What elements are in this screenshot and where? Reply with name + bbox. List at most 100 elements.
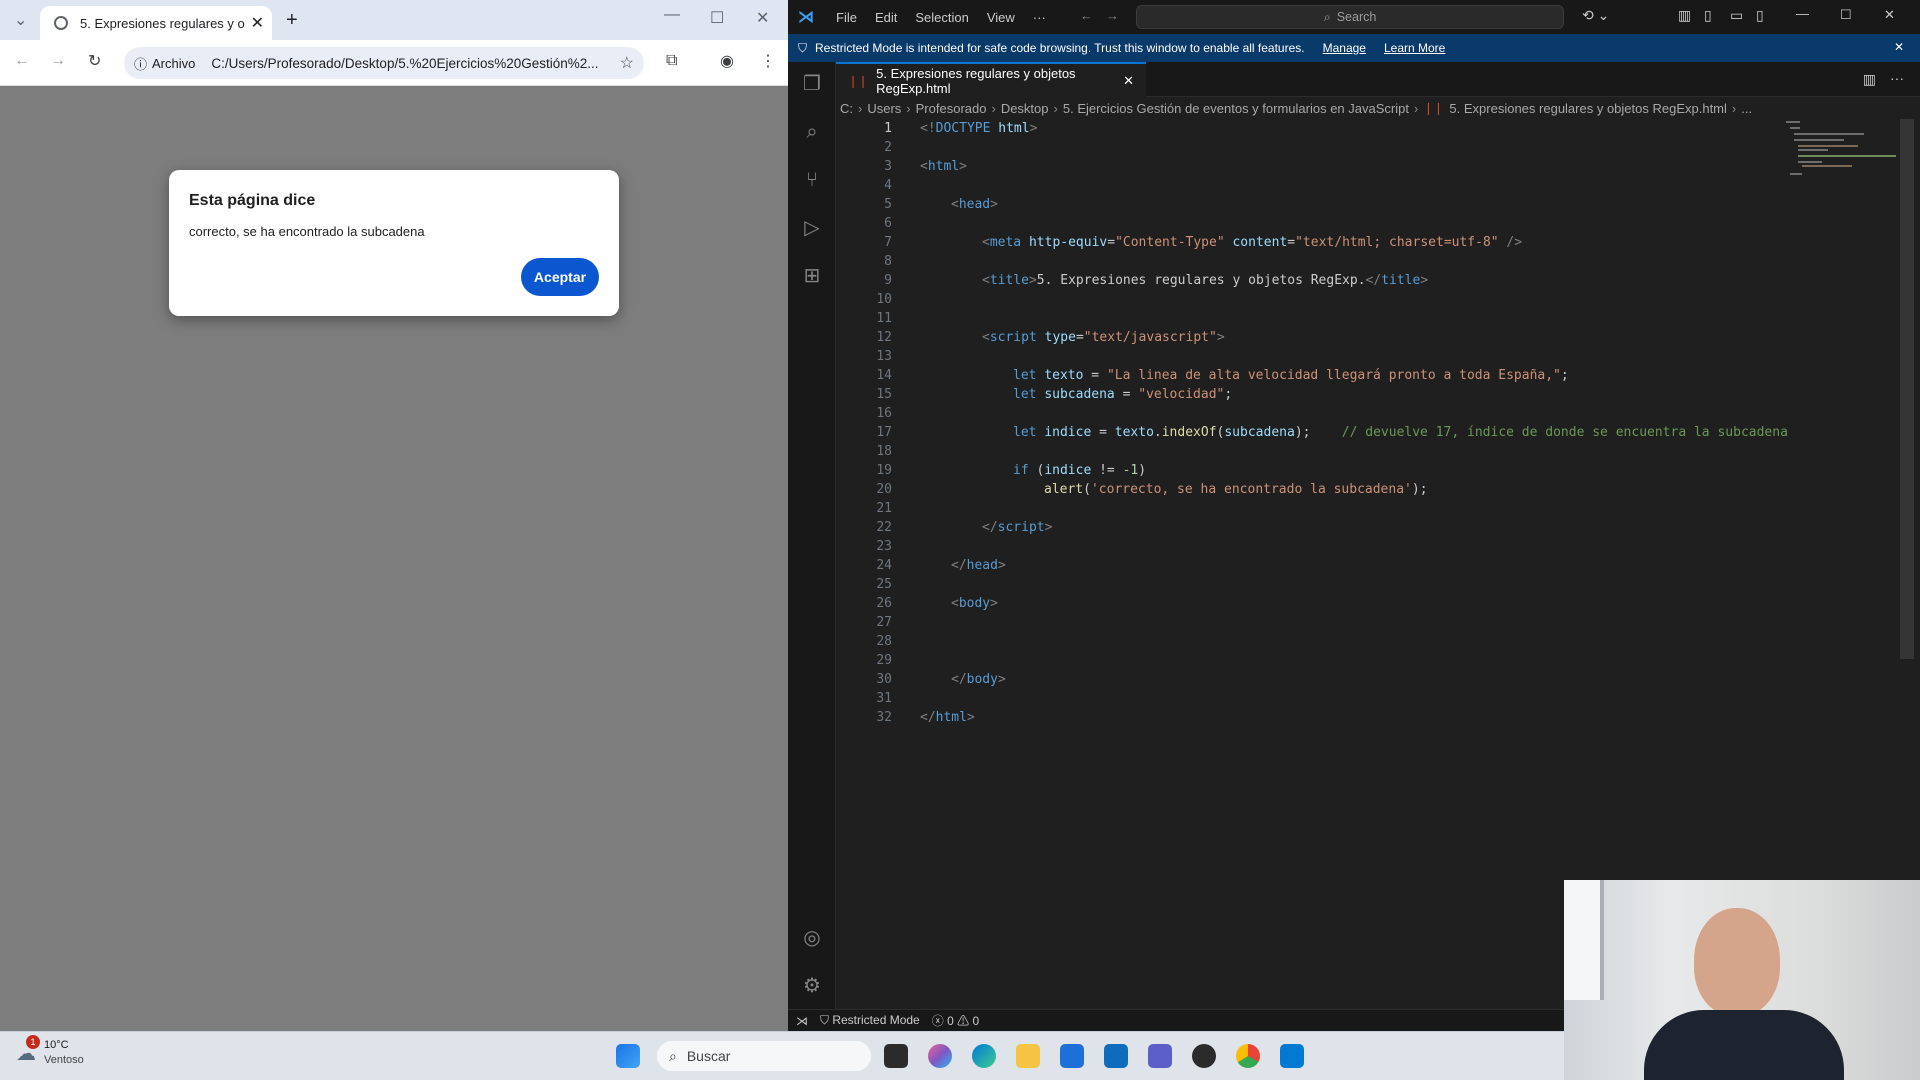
bookmark-star-icon[interactable]: ☆ [620, 53, 634, 73]
line-number: 6 [884, 216, 892, 231]
copilot-icon[interactable]: ⟲ ⌄ [1582, 7, 1609, 24]
page-content-dimmed: Esta página dice correcto, se ha encontr… [0, 86, 788, 1031]
code-line: </body> [951, 672, 1006, 687]
webcam-overlay [1564, 880, 1920, 1080]
file-explorer-icon[interactable] [1016, 1044, 1040, 1068]
taskbar-search-placeholder: Buscar [686, 1048, 731, 1064]
close-editor-icon[interactable]: ✕ [1123, 73, 1134, 89]
line-number: 29 [876, 653, 892, 668]
code-line: let subcadena = "velocidad"; [1013, 387, 1233, 402]
search-icon: ⌕ [669, 1047, 677, 1064]
site-info-chip[interactable]: ⓘ Archivo [134, 54, 195, 73]
learn-more-link[interactable]: Learn More [1384, 41, 1445, 55]
extensions-icon[interactable]: ⊞ [800, 264, 824, 288]
extensions-puzzle-icon[interactable]: ⧉ [666, 52, 677, 70]
copilot-app-icon[interactable] [928, 1044, 952, 1068]
editor-tab[interactable]: ❘❘ 5. Expresiones regulares y objetos Re… [836, 62, 1146, 97]
presenter-head [1694, 908, 1780, 1016]
vscode-maximize-icon[interactable]: ☐ [1840, 7, 1852, 23]
teams-icon[interactable] [1148, 1044, 1172, 1068]
code-line: </script> [982, 520, 1053, 535]
line-number: 16 [876, 406, 892, 421]
new-tab-plus-icon[interactable]: + [286, 9, 298, 32]
breadcrumb-folder[interactable]: 5. Ejercicios Gestión de eventos y formu… [1063, 101, 1409, 116]
line-number: 2 [884, 140, 892, 155]
nav-back-icon[interactable]: ← [1080, 8, 1093, 23]
task-view-icon[interactable] [884, 1044, 908, 1068]
line-number: 28 [876, 634, 892, 649]
manage-link[interactable]: Manage [1323, 41, 1366, 55]
edge-browser-icon[interactable] [972, 1044, 996, 1068]
forward-arrow-icon[interactable]: → [50, 52, 66, 70]
menu-view[interactable]: View [987, 10, 1015, 25]
code-editor[interactable]: 1 2 3 4 5 6 7 8 9 10 11 12 13 14 15 16 17 18 19 20 21 22 23 24 2… [836, 119, 1920, 1009]
breadcrumb-profesorado[interactable]: Profesorado [916, 101, 987, 116]
error-count: 0 [947, 1014, 954, 1028]
customize-layout-icon[interactable]: ▥ [1678, 7, 1691, 24]
menu-more[interactable]: ··· [1033, 10, 1046, 25]
accept-button[interactable]: Aceptar [521, 258, 599, 296]
url-text: C:/Users/Profesorado/Desktop/5.%20Ejerci… [211, 55, 599, 71]
nav-forward-icon[interactable]: → [1106, 8, 1119, 23]
editor-more-icon[interactable]: ··· [1890, 70, 1904, 86]
settings-gear-icon[interactable]: ⚙ [800, 974, 824, 998]
menu-selection[interactable]: Selection [915, 10, 968, 25]
menu-edit[interactable]: Edit [875, 10, 897, 25]
weather-widget[interactable]: ☁ 1 10°C Ventoso [16, 1034, 84, 1068]
restricted-mode-status[interactable]: ⛉ Restricted Mode [820, 1013, 920, 1028]
accounts-icon[interactable]: ◎ [800, 926, 824, 950]
menu-file[interactable]: File [836, 10, 857, 25]
breadcrumb-more[interactable]: ... [1741, 101, 1752, 116]
line-number: 5 [884, 197, 892, 212]
activity-bar: ❐ ⌕ ⑂ ▷ ⊞ ◎ ⚙ [788, 62, 836, 1009]
breadcrumb-file[interactable]: 5. Expresiones regulares y objetos RegEx… [1449, 101, 1726, 116]
code-line: <title>5. Expresiones regulares y objeto… [982, 273, 1429, 288]
code-line: <script type="text/javascript"> [982, 330, 1225, 345]
vscode-close-icon[interactable]: ✕ [1884, 7, 1895, 23]
reload-icon[interactable]: ↻ [88, 51, 101, 71]
code-line: </html> [920, 710, 975, 725]
outlook-icon[interactable] [1104, 1044, 1128, 1068]
toggle-sidebar-icon[interactable]: ▯ [1704, 7, 1712, 24]
address-bar[interactable]: ⓘ Archivo C:/Users/Profesorado/Desktop/5… [124, 47, 644, 79]
webcam-window-background [1564, 880, 1604, 1000]
command-center-search[interactable]: ⌕ Search [1136, 5, 1564, 29]
warning-icon: ⚠ [957, 1014, 970, 1028]
tab-search-chevron-icon[interactable]: ⌄ [14, 10, 27, 30]
microsoft-store-icon[interactable] [1060, 1044, 1084, 1068]
split-editor-icon[interactable]: ▥ [1863, 71, 1876, 88]
more-menu-icon[interactable]: ⋮ [760, 51, 776, 71]
toggle-secondary-sidebar-icon[interactable]: ▯ [1756, 7, 1764, 24]
banner-close-icon[interactable]: ✕ [1894, 40, 1904, 54]
start-windows-icon[interactable] [616, 1044, 640, 1068]
back-arrow-icon[interactable]: ← [14, 52, 30, 70]
taskbar-search[interactable]: ⌕ Buscar [657, 1041, 871, 1071]
close-window-icon[interactable]: ✕ [756, 8, 769, 28]
code-line: </head> [951, 558, 1006, 573]
error-icon: ⓧ [931, 1014, 944, 1028]
minimap[interactable] [1776, 119, 1896, 199]
chrome-browser-icon[interactable] [1236, 1044, 1260, 1068]
recorder-app-icon[interactable] [1192, 1044, 1216, 1068]
problems-indicator[interactable]: ⓧ 0 ⚠ 0 [932, 1012, 979, 1029]
editor-scrollbar[interactable] [1900, 119, 1914, 659]
vscode-app-icon[interactable] [1280, 1044, 1304, 1068]
minimize-icon[interactable]: — [664, 6, 680, 24]
line-number: 12 [876, 330, 892, 345]
code-content[interactable]: <!DOCTYPE html> <html> <head> <meta http… [920, 119, 1800, 1009]
run-debug-icon[interactable]: ▷ [800, 216, 824, 240]
explorer-icon[interactable]: ❐ [800, 72, 824, 96]
toggle-panel-icon[interactable]: ▭ [1730, 7, 1743, 24]
remote-indicator-icon[interactable]: ⋊ [796, 1014, 808, 1028]
vscode-minimize-icon[interactable]: — [1796, 6, 1809, 21]
search-view-icon[interactable]: ⌕ [800, 120, 824, 144]
browser-tab[interactable]: 5. Expresiones regulares y obje ✕ [40, 6, 272, 40]
profile-icon[interactable]: ◉ [720, 51, 734, 71]
breadcrumb-drive[interactable]: C: [840, 101, 853, 116]
line-number: 8 [884, 254, 892, 269]
source-control-icon[interactable]: ⑂ [800, 168, 824, 192]
maximize-icon[interactable]: ☐ [710, 8, 724, 28]
breadcrumb-users[interactable]: Users [867, 101, 901, 116]
close-tab-icon[interactable]: ✕ [251, 13, 264, 33]
breadcrumb-desktop[interactable]: Desktop [1001, 101, 1049, 116]
